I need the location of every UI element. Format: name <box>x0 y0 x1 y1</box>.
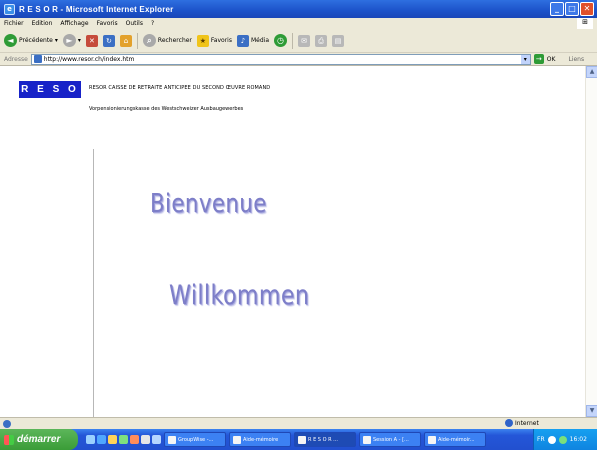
address-bar: Adresse http://www.resor.ch/index.htm ▾ … <box>0 53 597 66</box>
start-button[interactable]: démarrer <box>0 429 78 450</box>
close-button[interactable]: ✕ <box>580 2 594 16</box>
system-tray: FR 16:02 <box>533 429 597 450</box>
star-icon: ★ <box>196 34 209 47</box>
resor-logo[interactable]: R E S O R <box>19 81 81 112</box>
globe-icon <box>505 419 513 427</box>
task-label: Aide-mémoire <box>243 436 279 443</box>
menu-edition[interactable]: Edition <box>32 20 53 27</box>
print-icon[interactable]: ⎙ <box>315 34 327 47</box>
task-label: Session A - [... <box>373 436 409 443</box>
go-arrow-icon[interactable]: → <box>533 54 544 64</box>
start-label: démarrer <box>17 434 61 445</box>
task-label: Aide-mémoir... <box>438 436 475 443</box>
taskbar: démarrer GroupWise -... Aide-mémoire R E… <box>0 429 597 450</box>
separator <box>292 32 293 49</box>
back-arrow-icon: ◄ <box>4 34 17 47</box>
groupwise-icon <box>168 435 176 444</box>
window-title: R E S O R - Microsoft Internet Explorer <box>19 4 174 14</box>
app-icon[interactable] <box>119 435 128 444</box>
scroll-up-icon[interactable]: ▲ <box>586 66 597 78</box>
folder-icon[interactable] <box>108 435 117 444</box>
page-status-icon <box>3 419 11 428</box>
app-icon[interactable] <box>130 435 139 444</box>
separator <box>136 32 138 49</box>
app-icon[interactable] <box>152 435 161 444</box>
media-icon: ♪ <box>236 34 249 47</box>
page-content: R E S O R RESOR CAISSE DE RETRAITE ANTIC… <box>0 66 585 417</box>
terminal-icon <box>363 435 371 444</box>
org-name-de: Vorpensionierungskasse des Westschweizer… <box>89 106 244 112</box>
address-url: http://www.resor.ch/index.htm <box>43 55 135 63</box>
windows-flag-icon <box>4 434 14 445</box>
quick-launch <box>86 435 161 444</box>
menu-fichier[interactable]: Fichier <box>4 20 24 27</box>
maximize-button[interactable]: □ <box>565 2 579 16</box>
stop-icon[interactable]: ✕ <box>85 34 98 47</box>
zone-label: Internet <box>515 419 539 427</box>
task-resor[interactable]: R E S O R ... <box>294 432 356 447</box>
address-input[interactable]: http://www.resor.ch/index.htm ▾ <box>30 53 531 65</box>
task-aide-memoire[interactable]: Aide-mémoire <box>229 432 291 447</box>
favorites-button[interactable]: ★ Favoris <box>196 34 232 47</box>
home-icon[interactable]: ⌂ <box>119 34 132 47</box>
scroll-down-icon[interactable]: ▼ <box>586 405 597 417</box>
ie-icon <box>298 435 306 444</box>
menu-bar: Fichier Edition Affichage Favoris Outils… <box>0 18 597 29</box>
title-bar: e R E S O R - Microsoft Internet Explore… <box>0 0 597 18</box>
status-bar: Internet <box>0 417 597 429</box>
back-label: Précédente <box>19 37 53 44</box>
org-name-fr: RESOR CAISSE DE RETRAITE ANTICIPEE DU SE… <box>89 85 271 91</box>
welcome-de-link[interactable]: Willkommen <box>169 280 309 311</box>
windows-logo-icon: ⊞ <box>577 18 593 29</box>
address-label: Adresse <box>4 55 28 63</box>
task-aide-memoire-2[interactable]: Aide-mémoir... <box>424 432 486 447</box>
chevron-down-icon: ▾ <box>54 37 58 44</box>
welcome-fr-link[interactable]: Bienvenue <box>150 189 267 219</box>
search-button[interactable]: ⌕ Rechercher <box>142 34 192 47</box>
refresh-icon[interactable]: ↻ <box>102 34 115 47</box>
window-controls: _ □ ✕ <box>550 2 594 16</box>
menu-outils[interactable]: Outils <box>126 20 143 27</box>
network-icon[interactable] <box>547 435 556 444</box>
task-label: GroupWise -... <box>178 436 214 443</box>
language-indicator[interactable]: FR <box>537 436 545 443</box>
search-icon: ⌕ <box>142 34 156 47</box>
chevron-down-icon: ▾ <box>77 37 81 44</box>
tray-app-icon[interactable] <box>558 435 567 444</box>
search-label: Rechercher <box>157 37 192 44</box>
clock: 16:02 <box>569 436 587 443</box>
task-session-a[interactable]: Session A - [... <box>359 432 421 447</box>
menu-favoris[interactable]: Favoris <box>97 20 118 27</box>
minimize-button[interactable]: _ <box>550 2 564 16</box>
security-zone: Internet <box>505 419 539 427</box>
menu-help[interactable]: ? <box>151 20 154 27</box>
links-button[interactable]: Liens <box>568 56 584 63</box>
page-icon <box>33 55 42 63</box>
mail-icon[interactable]: ✉ <box>298 34 310 47</box>
ie-icon: e <box>4 3 15 15</box>
folder-icon <box>233 435 241 444</box>
go-button[interactable]: OK <box>547 56 556 63</box>
desktop-icon[interactable] <box>86 435 95 444</box>
history-icon[interactable]: ◷ <box>274 34 287 47</box>
divider <box>93 149 94 417</box>
chevron-down-icon[interactable]: ▾ <box>520 54 530 64</box>
task-groupwise[interactable]: GroupWise -... <box>164 432 226 447</box>
forward-arrow-icon: ► <box>62 34 76 47</box>
media-button[interactable]: ♪ Média <box>236 34 269 47</box>
ie-launch-icon[interactable] <box>97 435 106 444</box>
back-button[interactable]: ◄ Précédente ▾ <box>4 34 58 47</box>
menu-affichage[interactable]: Affichage <box>60 20 88 27</box>
favorites-label: Favoris <box>210 37 232 44</box>
media-label: Média <box>250 37 269 44</box>
document-icon <box>428 435 436 444</box>
toolbar: ◄ Précédente ▾ ► ▾ ✕ ↻ ⌂ ⌕ Rechercher ★ … <box>0 29 597 53</box>
task-label: R E S O R ... <box>308 436 338 443</box>
vertical-scrollbar[interactable]: ▲ ▼ <box>585 66 597 417</box>
edit-icon[interactable]: ▤ <box>332 34 344 47</box>
app-icon[interactable] <box>141 435 150 444</box>
forward-button[interactable]: ► ▾ <box>62 34 81 47</box>
